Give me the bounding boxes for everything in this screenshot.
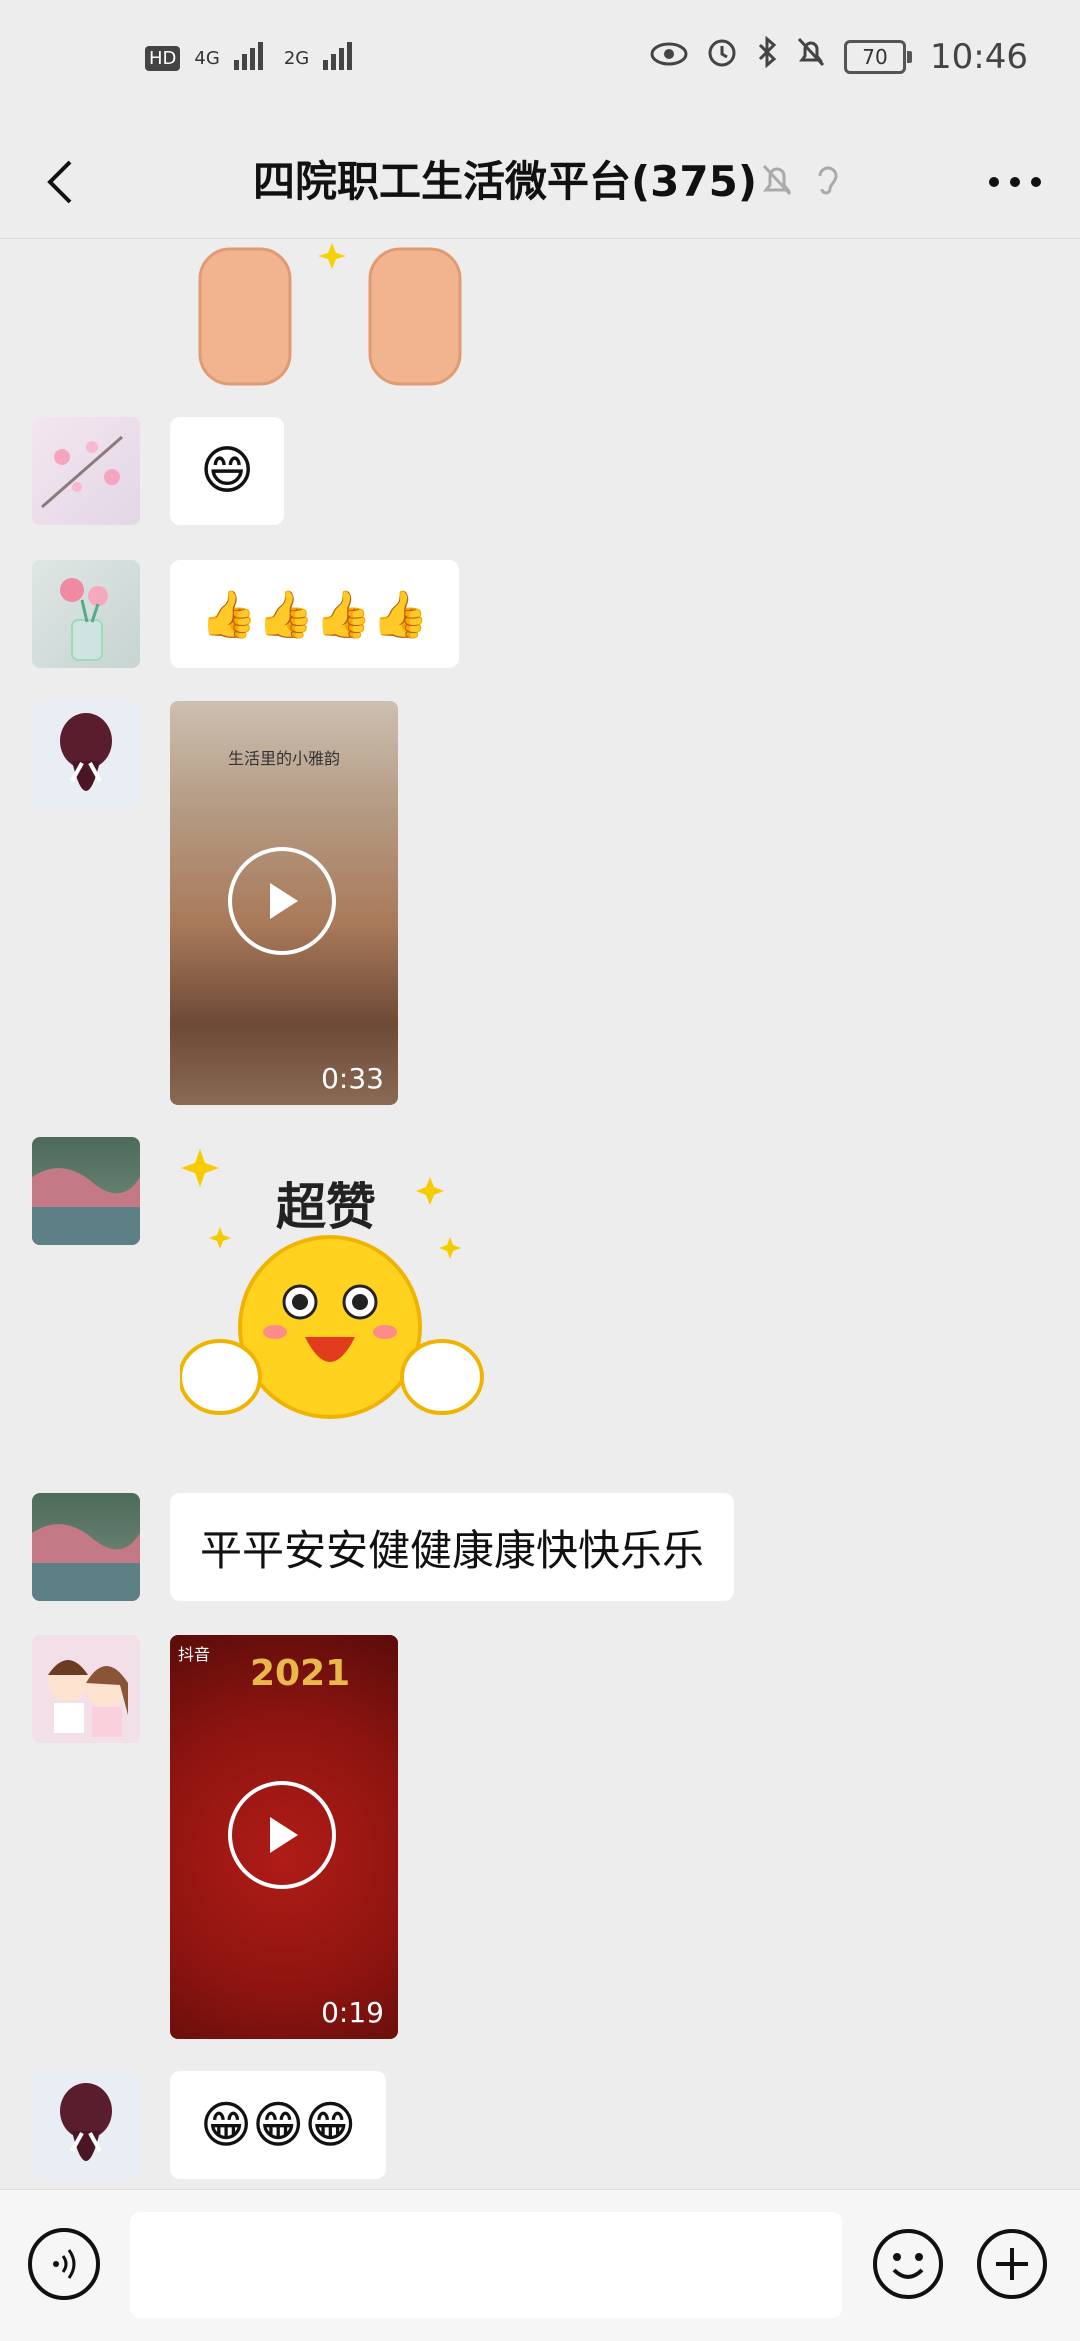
message-emoji: 👍👍👍👍 — [200, 586, 430, 641]
avatar[interactable] — [32, 701, 140, 809]
signal-icon-2 — [323, 40, 359, 77]
clock: 10:46 — [930, 36, 1028, 77]
avatar[interactable] — [32, 417, 140, 525]
message-emoji: 😁😁😁 — [200, 2096, 357, 2154]
smiley-icon — [873, 2229, 943, 2299]
play-icon — [270, 883, 298, 919]
network-2g-label: 2G — [283, 48, 310, 69]
video-year: 2021 — [250, 1653, 351, 1694]
video-message[interactable]: 抖音 2021 0:19 — [170, 1635, 398, 2039]
video-caption: 生活里的小雅韵 — [227, 749, 340, 768]
battery-indicator: 70 — [844, 39, 913, 74]
avatar[interactable] — [32, 1635, 140, 1743]
avatar[interactable] — [32, 1493, 140, 1601]
avatar[interactable] — [32, 1137, 140, 1245]
message-input[interactable] — [130, 2212, 842, 2318]
play-icon — [270, 1817, 298, 1853]
avatar[interactable] — [32, 2071, 140, 2179]
input-bar — [0, 2189, 1080, 2341]
signal-icon — [233, 40, 270, 77]
eye-icon — [650, 36, 688, 77]
video-duration: 0:33 — [321, 1062, 384, 1095]
network-4g-label: 4G — [194, 48, 220, 69]
video-duration: 0:19 — [321, 1996, 384, 2029]
alarm-icon — [706, 36, 738, 77]
message-emoji: 😄 — [200, 441, 255, 501]
message-bubble[interactable]: 😄 — [170, 417, 285, 525]
thumbs-up-sticker[interactable] — [190, 239, 470, 389]
play-button[interactable] — [228, 1781, 336, 1889]
title-icons — [760, 160, 842, 200]
more-icon — [989, 177, 1041, 187]
douyin-badge: 抖音 — [178, 1645, 211, 1664]
ear-icon — [818, 166, 838, 195]
mute-bell-icon — [796, 36, 826, 77]
status-right: 70 10:46 — [650, 35, 1028, 77]
hd-badge: HD — [145, 46, 181, 71]
message-bubble[interactable]: 😁😁😁 — [170, 2071, 387, 2179]
chat-header: 四院职工生活微平台(375) — [0, 130, 1080, 239]
mute-notification-icon — [762, 164, 792, 196]
message-list[interactable]: 😄 👍👍👍👍 生活里的小雅韵 0:33 超赞 平平安安健健康康快快乐乐 抖音 2… — [0, 239, 1080, 2189]
sticker-text: 超赞 — [276, 1178, 376, 1236]
play-button[interactable] — [228, 847, 336, 955]
status-bar: HD 4G 2G 70 10:46 — [0, 0, 1080, 130]
voice-button[interactable] — [28, 2228, 100, 2300]
message-bubble[interactable]: 平平安安健健康康快快乐乐 — [170, 1493, 735, 1601]
chat-title: 四院职工生活微平台(375) — [252, 157, 758, 206]
video-message[interactable]: 生活里的小雅韵 0:33 — [170, 701, 398, 1105]
signal-indicators: HD 4G 2G — [145, 40, 359, 77]
more-button[interactable] — [980, 150, 1050, 214]
plus-icon — [977, 2229, 1047, 2299]
voice-icon — [53, 2249, 76, 2279]
message-bubble[interactable]: 👍👍👍👍 — [170, 560, 460, 668]
avatar[interactable] — [32, 560, 140, 668]
bluetooth-icon — [756, 35, 778, 77]
more-actions-button[interactable] — [976, 2228, 1048, 2300]
super-like-sticker[interactable]: 超赞 — [178, 1137, 490, 1437]
emoji-button[interactable] — [872, 2228, 944, 2300]
message-text: 平平安安健健康康快快乐乐 — [200, 1525, 705, 1575]
